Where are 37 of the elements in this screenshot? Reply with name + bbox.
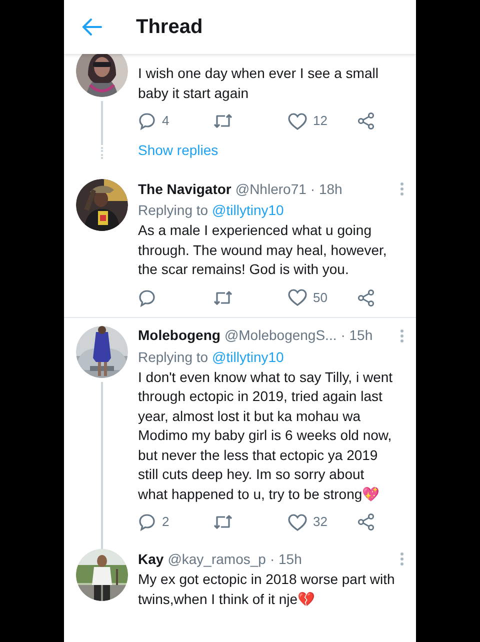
share-icon[interactable] xyxy=(357,112,375,130)
reply-icon[interactable] xyxy=(138,513,156,531)
reply-count: 2 xyxy=(162,513,170,532)
back-arrow-icon[interactable] xyxy=(82,18,102,36)
heart-icon[interactable] xyxy=(288,514,307,530)
user-handle: @kay_ramos_p xyxy=(168,550,266,569)
mention-link[interactable]: @tillytiny10 xyxy=(212,346,284,366)
heart-icon[interactable] xyxy=(288,112,307,130)
like-count: 32 xyxy=(313,513,328,532)
tweet-time: · 15h xyxy=(340,326,373,345)
tweet-text: I wish one day when ever I see a small baby it start again xyxy=(138,64,380,103)
user-name: Kay xyxy=(138,550,164,569)
reply-count: 4 xyxy=(162,112,170,130)
tweet-text: As a male I experienced what u going through. The wound may heal, however, the scar remains! God is with you. xyxy=(138,221,388,279)
retweet-icon[interactable] xyxy=(213,290,233,306)
like-count: 50 xyxy=(313,288,328,307)
user-handle: @Nhlero71 xyxy=(235,180,306,198)
replying-label: Replying to xyxy=(138,348,208,366)
replying-label: Replying to xyxy=(138,201,208,220)
tweet-text: I don't even know what to say Tilly, i went through ectopic in 2019, tried again last year, almost lost it but ka mohau wa Modimo my baby girl is 6 weeks old now, but never the less that ectopic ya 2019 still cuts deep hey. Im so sorry about what happened to u, try to be strong💖 xyxy=(138,368,394,504)
reply-icon[interactable] xyxy=(138,288,156,306)
tweet-time: · 18h xyxy=(310,180,342,198)
retweet-icon[interactable] xyxy=(213,514,233,530)
mention-link[interactable]: @tillytiny10 xyxy=(212,200,284,220)
user-name: The Navigator xyxy=(138,180,232,199)
tweet-text: My ex got ectopic in 2018 worse part with twins,when I think of it nje💔 xyxy=(138,570,396,609)
retweet-icon[interactable] xyxy=(213,113,233,129)
share-icon[interactable] xyxy=(357,513,375,531)
reply-icon[interactable] xyxy=(138,112,156,130)
share-icon[interactable] xyxy=(357,288,375,306)
heart-icon[interactable] xyxy=(288,289,307,306)
like-count: 12 xyxy=(313,112,328,130)
show-replies-link[interactable]: Show replies xyxy=(138,140,218,161)
user-name: Molebogeng xyxy=(138,326,220,345)
page-title: Thread xyxy=(136,15,203,40)
tweet-time: · 15h xyxy=(270,550,302,568)
user-handle: @MolebogengS... xyxy=(224,326,337,345)
